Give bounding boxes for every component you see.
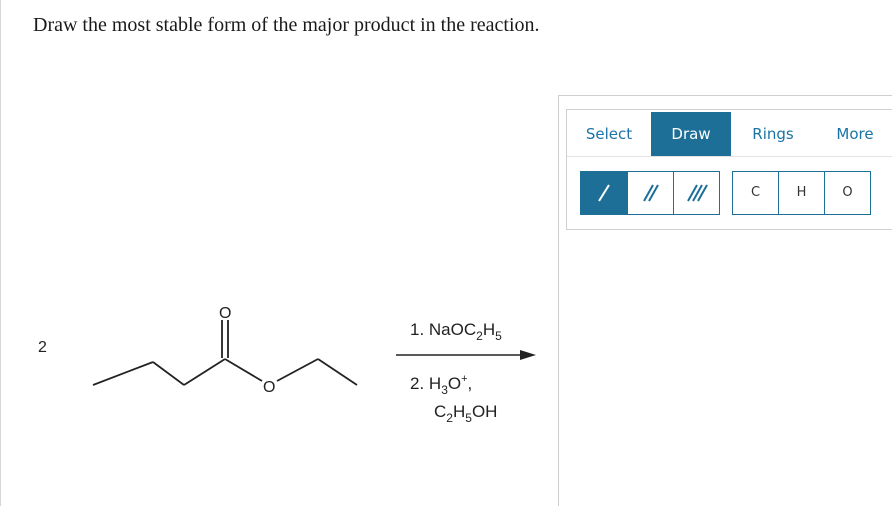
single-bond-icon [598,184,610,202]
reaction-arrow [396,350,536,360]
ether-oxygen-label: O [263,379,275,396]
atom-hydrogen-button[interactable]: H [778,172,824,214]
bond-c2-c3 [152,361,185,386]
atom-tool-group: C H O [732,171,871,215]
ethyl-propanoate-structure [92,320,358,386]
atom-carbon-button[interactable]: C [733,172,778,214]
triple-bond-button[interactable] [673,172,719,214]
tab-more[interactable]: More [829,112,881,156]
double-bond-button[interactable] [627,172,673,214]
bond-c3-c4 [183,358,226,386]
atom-oxygen-button[interactable]: O [824,172,870,214]
carbonyl-oxygen-label: O [219,305,231,322]
tab-draw[interactable]: Draw [651,112,731,156]
bond-c5-c6 [317,358,358,386]
bond-c1-c2 [92,361,154,386]
editor-tabs: Select Draw Rings More [567,110,892,157]
reagent-step-2-solvent: C2H5OH [434,402,497,425]
tab-select[interactable]: Select [577,112,641,156]
reaction-scheme: 2 O O 1. NaOC2H5 2. H3O+, C2H5OH [38,305,536,425]
bond-tool-group [580,171,720,215]
reagent-step-1: 1. NaOC2H5 [410,320,502,343]
stoichiometric-coefficient: 2 [38,339,47,356]
bond-c4-o [224,358,263,382]
triple-bond-icon [686,184,708,202]
double-bond-icon [642,184,659,202]
bond-o-c5 [276,358,319,382]
single-bond-button[interactable] [581,172,627,214]
question-text: Draw the most stable form of the major p… [33,14,540,36]
tab-rings[interactable]: Rings [743,112,803,156]
reagent-step-2: 2. H3O+, [410,373,472,397]
editor-toolbar: Select Draw Rings More C H O [566,109,892,230]
